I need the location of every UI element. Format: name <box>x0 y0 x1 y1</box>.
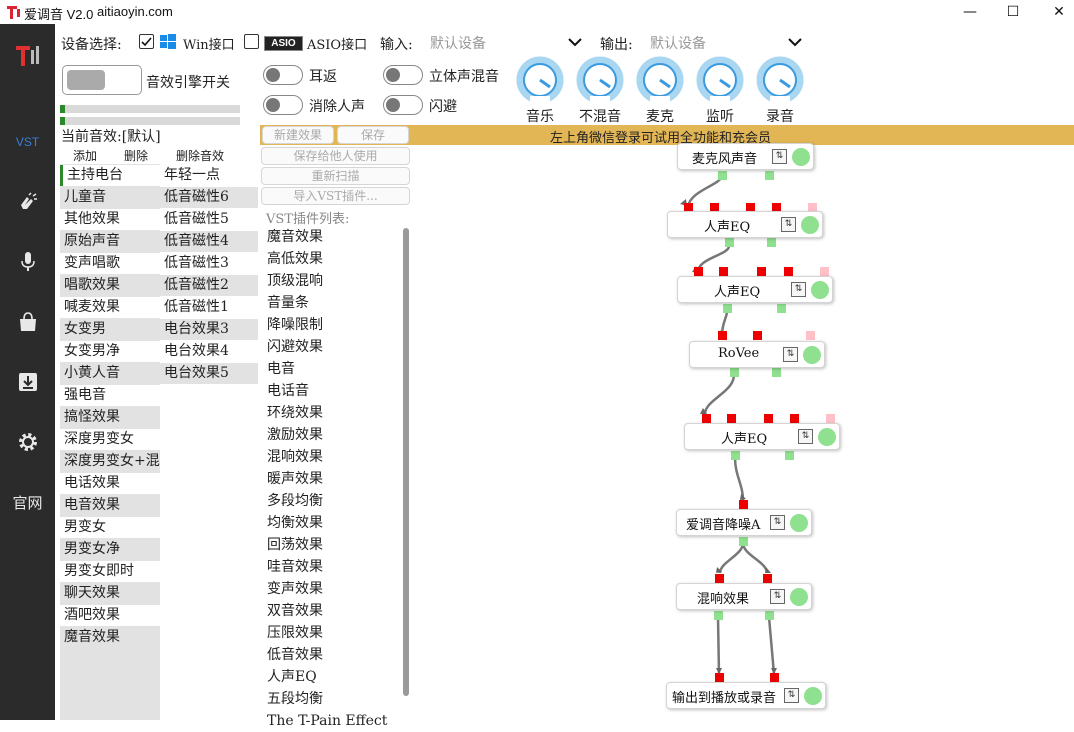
node-pin[interactable] <box>757 267 766 276</box>
node-settings-icon[interactable]: ⇅ <box>784 688 799 703</box>
node-pin[interactable] <box>777 304 786 313</box>
node-settings-icon[interactable]: ⇅ <box>770 589 785 604</box>
node-pin[interactable] <box>765 171 774 180</box>
node-pin[interactable] <box>826 414 835 423</box>
node-pin[interactable] <box>694 267 703 276</box>
graph-node-label: 混响效果 <box>697 592 750 607</box>
node-pin[interactable] <box>718 331 727 340</box>
graph-node[interactable]: 人声EQ ⇅ <box>684 423 840 450</box>
graph-node[interactable]: 人声EQ ⇅ <box>677 276 833 303</box>
node-enabled-indicator[interactable] <box>790 588 808 606</box>
graph-node[interactable]: RoVee ⇅ <box>689 341 825 368</box>
graph-node-label: RoVee <box>718 346 760 361</box>
node-settings-icon[interactable]: ⇅ <box>770 515 785 530</box>
node-pin[interactable] <box>784 267 793 276</box>
node-pin[interactable] <box>753 331 762 340</box>
graph-node[interactable]: 混响效果 ⇅ <box>676 583 812 610</box>
node-pin[interactable] <box>739 500 748 509</box>
node-enabled-indicator[interactable] <box>792 148 810 166</box>
node-settings-icon[interactable]: ⇅ <box>781 217 796 232</box>
node-pin[interactable] <box>765 611 774 620</box>
node-enabled-indicator[interactable] <box>801 216 819 234</box>
node-pin[interactable] <box>702 414 711 423</box>
node-pin[interactable] <box>767 238 776 247</box>
graph-node[interactable]: 爱调音降噪A ⇅ <box>676 509 812 536</box>
graph-node-label: 人声EQ <box>704 220 751 235</box>
node-pin[interactable] <box>727 414 736 423</box>
node-enabled-indicator[interactable] <box>811 281 829 299</box>
node-pin[interactable] <box>719 267 728 276</box>
node-pin[interactable] <box>739 537 748 546</box>
node-pin[interactable] <box>730 368 739 377</box>
node-settings-icon[interactable]: ⇅ <box>783 347 798 362</box>
node-pin[interactable] <box>731 451 740 460</box>
node-pin[interactable] <box>763 574 772 583</box>
graph-node[interactable]: 人声EQ ⇅ <box>667 211 823 238</box>
graph-node[interactable]: 输出到播放或录音 ⇅ <box>666 682 826 709</box>
node-pin[interactable] <box>725 238 734 247</box>
node-settings-icon[interactable]: ⇅ <box>772 149 787 164</box>
node-pin[interactable] <box>806 331 815 340</box>
node-settings-icon[interactable]: ⇅ <box>798 429 813 444</box>
node-pin[interactable] <box>718 171 727 180</box>
node-pin[interactable] <box>714 611 723 620</box>
node-enabled-indicator[interactable] <box>803 346 821 364</box>
node-enabled-indicator[interactable] <box>790 514 808 532</box>
graph-node[interactable]: 麦克风声音 ⇅ <box>677 143 814 170</box>
node-pin[interactable] <box>715 673 724 682</box>
node-pin[interactable] <box>715 574 724 583</box>
graph-node-label: 麦克风声音 <box>692 152 758 167</box>
node-pin[interactable] <box>723 304 732 313</box>
node-pin[interactable] <box>770 673 779 682</box>
node-pin[interactable] <box>785 451 794 460</box>
node-enabled-indicator[interactable] <box>818 428 836 446</box>
node-enabled-indicator[interactable] <box>804 687 822 705</box>
node-pin[interactable] <box>772 368 781 377</box>
graph-node-label: 输出到播放或录音 <box>672 691 777 706</box>
node-pin[interactable] <box>764 414 773 423</box>
node-settings-icon[interactable]: ⇅ <box>791 282 806 297</box>
node-pin[interactable] <box>790 414 799 423</box>
graph-connections <box>680 174 777 675</box>
graph-node-label: 爱调音降噪A <box>686 518 761 533</box>
node-pin[interactable] <box>820 267 829 276</box>
graph-node-label: 人声EQ <box>721 432 768 447</box>
graph-node-label: 人声EQ <box>714 285 761 300</box>
